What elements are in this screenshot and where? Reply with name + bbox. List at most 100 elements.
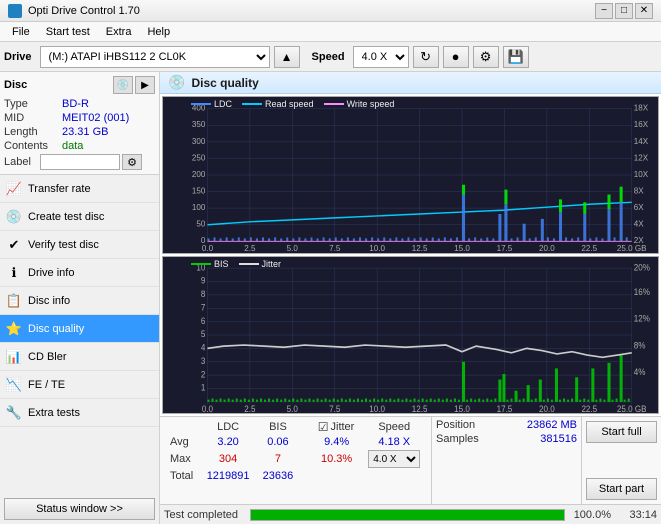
avg-jitter: 9.4% — [312, 435, 362, 449]
svg-text:4%: 4% — [634, 367, 646, 377]
type-val: BD-R — [62, 98, 89, 110]
action-buttons: Start full Start part — [581, 417, 661, 504]
svg-text:7.5: 7.5 — [329, 244, 341, 253]
extra-tests-label: Extra tests — [28, 407, 80, 419]
settings-button[interactable]: ⚙ — [473, 46, 499, 68]
speed-select[interactable]: 4.0 X — [353, 46, 409, 68]
svg-text:8%: 8% — [634, 340, 646, 350]
disc-panel-title: Disc — [4, 79, 27, 91]
svg-text:25.0 GB: 25.0 GB — [617, 404, 647, 413]
ldc-chart-svg: 400 350 300 250 200 150 100 50 0 18X 16X — [163, 97, 658, 253]
svg-text:3: 3 — [201, 356, 206, 366]
sidebar-item-drive-info[interactable]: ℹ Drive info — [0, 259, 159, 287]
create-test-disc-icon: 💿 — [6, 209, 22, 225]
svg-text:12.5: 12.5 — [412, 404, 428, 413]
svg-text:6X: 6X — [634, 203, 645, 212]
svg-text:0.0: 0.0 — [202, 244, 214, 253]
svg-text:12X: 12X — [634, 154, 649, 163]
svg-text:200: 200 — [192, 170, 206, 179]
minimize-button[interactable]: − — [595, 3, 613, 19]
svg-text:100: 100 — [192, 203, 206, 212]
disc-info-label: Disc info — [28, 295, 70, 307]
menu-help[interactable]: Help — [139, 24, 178, 40]
samples-val: 381516 — [540, 433, 577, 445]
svg-text:350: 350 — [192, 120, 206, 129]
svg-text:2: 2 — [201, 369, 206, 379]
type-key: Type — [4, 98, 62, 110]
sidebar-item-transfer-rate[interactable]: 📈 Transfer rate — [0, 175, 159, 203]
col-header-speed: Speed — [361, 419, 427, 435]
eject-button[interactable]: ▲ — [274, 46, 300, 68]
svg-text:7.5: 7.5 — [329, 404, 340, 413]
svg-text:10X: 10X — [634, 170, 649, 179]
sidebar-item-create-test-disc[interactable]: 💿 Create test disc — [0, 203, 159, 231]
sidebar-item-cd-bler[interactable]: 📊 CD Bler — [0, 343, 159, 371]
progress-percent: 100.0% — [571, 509, 611, 521]
drive-toolbar: Drive (M:) ATAPI iHBS112 2 CL0K ▲ Speed … — [0, 42, 661, 72]
main-content: Disc 💿 ▶ Type BD-R MID MEIT02 (001) Leng… — [0, 72, 661, 524]
svg-text:9: 9 — [201, 275, 206, 285]
progress-bar-fill — [251, 510, 564, 520]
stats-row-total: Total 1219891 23636 — [164, 469, 427, 483]
create-test-disc-label: Create test disc — [28, 211, 104, 223]
col-header-ldc: LDC — [200, 419, 256, 435]
svg-text:6: 6 — [201, 315, 206, 325]
record-button[interactable]: ● — [443, 46, 469, 68]
drive-info-label: Drive info — [28, 267, 74, 279]
total-bis: 23636 — [256, 469, 300, 483]
speed-val: 4.18 X — [361, 435, 427, 449]
disc-quality-header: 💿 Disc quality — [160, 72, 661, 94]
svg-text:5.0: 5.0 — [287, 244, 299, 253]
label-input[interactable] — [40, 154, 120, 170]
sidebar-item-disc-info[interactable]: 📋 Disc info — [0, 287, 159, 315]
svg-text:16%: 16% — [634, 287, 651, 297]
disc-quality-icon: ⭐ — [6, 321, 22, 337]
sidebar-item-extra-tests[interactable]: 🔧 Extra tests — [0, 399, 159, 427]
mid-val: MEIT02 (001) — [62, 112, 129, 124]
position-key: Position — [436, 419, 475, 431]
status-window-button[interactable]: Status window >> — [4, 498, 155, 520]
title-bar: Opti Drive Control 1.70 − □ ✕ — [0, 0, 661, 22]
speed-dropdown[interactable]: 4.0 X — [368, 450, 420, 468]
transfer-rate-icon: 📈 — [6, 181, 22, 197]
svg-text:22.5: 22.5 — [581, 244, 597, 253]
right-panel: 💿 Disc quality LDC Read speed — [160, 72, 661, 524]
refresh-button[interactable]: ↻ — [413, 46, 439, 68]
stats-right: Position 23862 MB Samples 381516 — [431, 417, 581, 504]
contents-val: data — [62, 140, 83, 152]
svg-text:17.5: 17.5 — [497, 244, 513, 253]
sidebar-item-disc-quality[interactable]: ⭐ Disc quality — [0, 315, 159, 343]
avg-ldc: 3.20 — [200, 435, 256, 449]
svg-text:15.0: 15.0 — [454, 244, 470, 253]
sidebar: Disc 💿 ▶ Type BD-R MID MEIT02 (001) Leng… — [0, 72, 160, 524]
disc-icon-2[interactable]: ▶ — [135, 76, 155, 94]
save-button[interactable]: 💾 — [503, 46, 529, 68]
length-val: 23.31 GB — [62, 126, 108, 138]
start-full-button[interactable]: Start full — [586, 421, 657, 443]
stats-table: LDC BIS ☑ Jitter Speed — [164, 419, 427, 483]
svg-text:1: 1 — [201, 382, 206, 392]
menu-file[interactable]: File — [4, 24, 38, 40]
maximize-button[interactable]: □ — [615, 3, 633, 19]
menu-start-test[interactable]: Start test — [38, 24, 98, 40]
length-key: Length — [4, 126, 62, 138]
max-ldc: 304 — [200, 449, 256, 469]
ldc-legend-write: Write speed — [347, 99, 395, 109]
col-header-bis: BIS — [256, 419, 300, 435]
label-browse-button[interactable]: ⚙ — [122, 154, 142, 170]
menu-extra[interactable]: Extra — [98, 24, 140, 40]
svg-text:17.5: 17.5 — [497, 404, 513, 413]
progress-area: Test completed 100.0% 33:14 — [160, 504, 661, 524]
svg-text:300: 300 — [192, 137, 206, 146]
samples-key: Samples — [436, 433, 479, 445]
bis-legend-jitter: Jitter — [262, 259, 282, 269]
app-title: Opti Drive Control 1.70 — [28, 5, 140, 17]
cd-bler-label: CD Bler — [28, 351, 67, 363]
disc-icon-1[interactable]: 💿 — [113, 76, 133, 94]
start-part-button[interactable]: Start part — [586, 478, 657, 500]
close-button[interactable]: ✕ — [635, 3, 653, 19]
sidebar-item-fe-te[interactable]: 📉 FE / TE — [0, 371, 159, 399]
svg-text:14X: 14X — [634, 137, 649, 146]
drive-select[interactable]: (M:) ATAPI iHBS112 2 CL0K — [40, 46, 270, 68]
sidebar-item-verify-test-disc[interactable]: ✔ Verify test disc — [0, 231, 159, 259]
